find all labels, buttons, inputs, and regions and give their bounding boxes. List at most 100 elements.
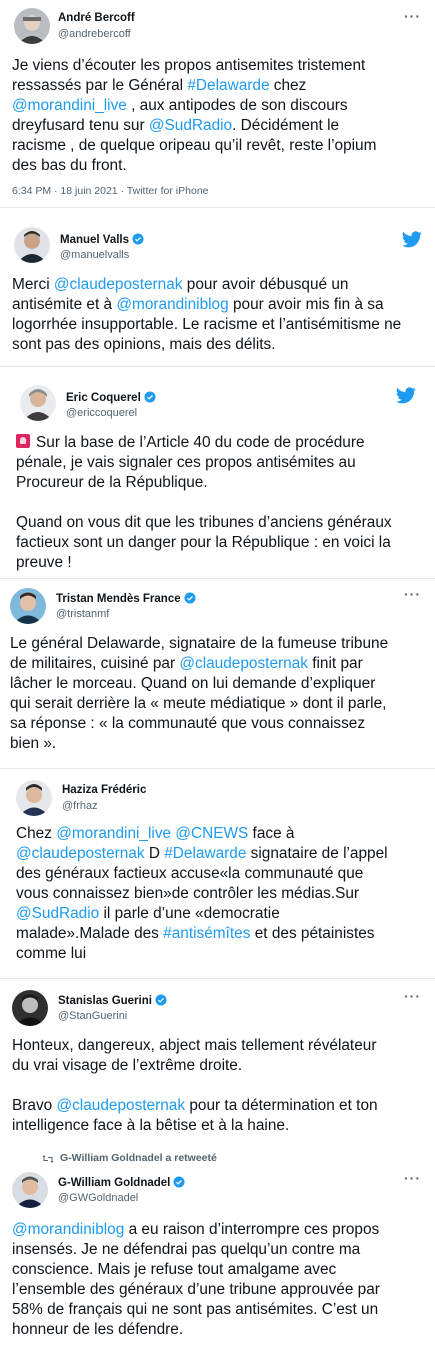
text-segment: finit par — [307, 655, 363, 672]
author-handle[interactable]: @frhaz — [62, 800, 98, 812]
hashtag-link[interactable]: #Delawarde — [164, 845, 246, 862]
text-line: qui serait derrière la « meute médiatiqu… — [10, 694, 388, 714]
author-name-text[interactable]: Stanislas Guerini — [58, 995, 152, 1007]
text-segment: racisme , de quelque oripeau qu’il revêt… — [12, 137, 377, 154]
text-segment: ressassés par le Général — [12, 77, 188, 94]
text-segment: pénale, je vais signaler ces propos anti… — [16, 454, 356, 471]
text-line: de militaires, cuisiné par @claudeposter… — [10, 654, 388, 674]
more-options-icon[interactable]: ··· — [404, 988, 421, 1004]
mention-link[interactable]: @morandiniblog — [12, 1221, 124, 1238]
text-segment: il parle d’une «democratie — [99, 905, 280, 922]
author-handle[interactable]: @GWGoldnadel — [58, 1192, 138, 1204]
author-name[interactable]: Eric Coquerel — [66, 391, 156, 404]
twitter-bird-icon[interactable] — [402, 231, 422, 248]
mention-link[interactable]: @morandiniblog — [116, 296, 228, 313]
mention-link[interactable]: @morandini_live — [12, 97, 127, 114]
text-line: Bravo @claudeposternak pour ta détermina… — [12, 1096, 378, 1116]
mention-link[interactable]: @claudeposternak — [16, 845, 145, 862]
author-name[interactable]: André Bercoff — [58, 12, 135, 24]
mention-link[interactable]: @CNEWS — [175, 825, 248, 842]
text-segment: Chez — [16, 825, 57, 842]
author-name[interactable]: G-William Goldnadel — [58, 1176, 185, 1189]
mention-link[interactable]: @morandini_live — [56, 825, 171, 842]
avatar[interactable] — [16, 780, 52, 816]
author-name[interactable]: Tristan Mendès France — [56, 592, 196, 605]
avatar[interactable] — [14, 227, 50, 263]
mention-link[interactable]: @SudRadio — [149, 117, 232, 134]
author-name[interactable]: Manuel Valls — [60, 233, 144, 246]
author-name-text[interactable]: Tristan Mendès France — [56, 593, 181, 605]
text-line: @morandini_live , aux antipodes de son d… — [12, 96, 376, 116]
author-handle[interactable]: @tristanmf — [56, 608, 109, 620]
mention-link[interactable]: @SudRadio — [16, 905, 99, 922]
text-line: 58% de français qui ne sont pas antisémi… — [12, 1300, 380, 1320]
avatar[interactable] — [20, 385, 56, 421]
more-options-icon[interactable]: ··· — [404, 8, 421, 24]
author-name-text[interactable]: G-William Goldnadel — [58, 1177, 170, 1189]
tweet-andre-bercoff[interactable]: André Bercoff @andrebercoff ··· Je viens… — [0, 0, 435, 197]
text-segment: de militaires, cuisiné par — [10, 655, 180, 672]
text-segment: Sur la base de l’Article 40 du code de p… — [36, 434, 365, 451]
verified-badge-icon — [144, 391, 156, 403]
divider — [0, 578, 435, 579]
text-segment: vous connaissez bien»de contrôler les mé… — [16, 885, 360, 902]
text-segment: Quand on vous dit que les tribunes d’anc… — [16, 514, 392, 531]
tweet-text: @morandiniblog a eu raison d’interrompre… — [12, 1220, 380, 1340]
tweet-text: Honteux, dangereux, abject mais tellemen… — [12, 1036, 378, 1136]
hashtag-link[interactable]: #antisémîtes — [163, 925, 250, 942]
author-name[interactable]: Haziza Frédéric — [62, 784, 146, 796]
text-line: lâcher le morceau. Quand on lui demande … — [10, 674, 388, 694]
text-segment: pour ta détermination et ton — [185, 1097, 378, 1114]
author-name[interactable]: Stanislas Guerini — [58, 994, 167, 1007]
text-segment: des bas du front. — [12, 157, 127, 174]
text-line: conscience. Mais je refuse tout amalgame… — [12, 1260, 380, 1280]
text-segment: du vrai visage de l’extrême droite. — [12, 1057, 243, 1074]
more-options-icon[interactable]: ··· — [404, 1170, 421, 1186]
author-name-text[interactable]: Eric Coquerel — [66, 392, 141, 404]
text-line: bien ». — [10, 734, 388, 754]
tweet-stanislas-guerini[interactable]: Stanislas Guerini @StanGuerini ··· Honte… — [0, 982, 435, 1142]
text-segment: Bravo — [12, 1097, 57, 1114]
text-line: des généraux factieux accuse«la communau… — [16, 864, 388, 884]
author-handle[interactable]: @andrebercoff — [58, 28, 131, 40]
text-segment: Procureur de la République. — [16, 474, 208, 491]
hashtag-link[interactable]: #Delawarde — [187, 77, 269, 94]
text-segment: Honteux, dangereux, abject mais tellemen… — [12, 1037, 377, 1054]
verified-badge-icon — [132, 233, 144, 245]
more-options-icon[interactable]: ··· — [404, 586, 421, 602]
text-segment: sont pas des opinions, mais des délits. — [12, 336, 276, 353]
mention-link[interactable]: @claudeposternak — [56, 1097, 185, 1114]
author-handle[interactable]: @manuelvalls — [60, 249, 129, 261]
text-segment: insensés. Je ne défendrai pas quelqu’un … — [12, 1241, 361, 1258]
mention-link[interactable]: @claudeposternak — [179, 655, 308, 672]
tweet-gwilliam-goldnadel[interactable]: G-William Goldnadel a retweeté G-William… — [0, 1148, 435, 1348]
tweet-eric-coquerel[interactable]: Eric Coquerel @ericcoquerel Sur la base … — [0, 373, 435, 573]
text-segment: , aux antipodes de son discours — [126, 97, 348, 114]
tweet-text: Je viens d’écouter les propos antisemite… — [12, 56, 376, 176]
text-segment: Le général Delawarde, signataire de la f… — [10, 635, 389, 652]
text-line: racisme , de quelque oripeau qu’il revêt… — [12, 136, 376, 156]
verified-badge-icon — [173, 1176, 185, 1188]
tweet-tristan-mendes-france[interactable]: Tristan Mendès France @tristanmf ··· Le … — [0, 580, 435, 760]
twitter-bird-icon[interactable] — [396, 387, 416, 404]
text-segment: l’ensemble des généraux d’une tribune ap… — [12, 1281, 380, 1298]
text-segment: malade».Malade des — [16, 925, 164, 942]
text-line: vous connaissez bien»de contrôler les mé… — [16, 884, 388, 904]
author-handle[interactable]: @StanGuerini — [58, 1010, 127, 1022]
text-line: factieux sont un danger pour la Républiq… — [16, 533, 392, 553]
tweet-manuel-valls[interactable]: Manuel Valls @manuelvalls Merci @claudep… — [0, 215, 435, 355]
text-line: sa réponse : « la communauté que vous co… — [10, 714, 388, 734]
author-handle[interactable]: @ericcoquerel — [66, 407, 137, 419]
verified-badge-icon — [155, 994, 167, 1006]
author-name-text[interactable]: Manuel Valls — [60, 234, 129, 246]
text-line: Procureur de la République. — [16, 473, 392, 493]
retweet-label[interactable]: G-William Goldnadel a retweeté — [60, 1152, 217, 1164]
avatar[interactable] — [12, 1172, 48, 1208]
mention-link[interactable]: @claudeposternak — [54, 276, 183, 293]
avatar[interactable] — [10, 588, 46, 624]
avatar[interactable] — [12, 990, 48, 1026]
text-line: preuve ! — [16, 553, 392, 573]
tweet-haziza-frederic[interactable]: Haziza Frédéric @frhaz Chez @morandini_l… — [0, 772, 435, 982]
avatar[interactable] — [14, 8, 50, 44]
divider — [0, 768, 435, 769]
